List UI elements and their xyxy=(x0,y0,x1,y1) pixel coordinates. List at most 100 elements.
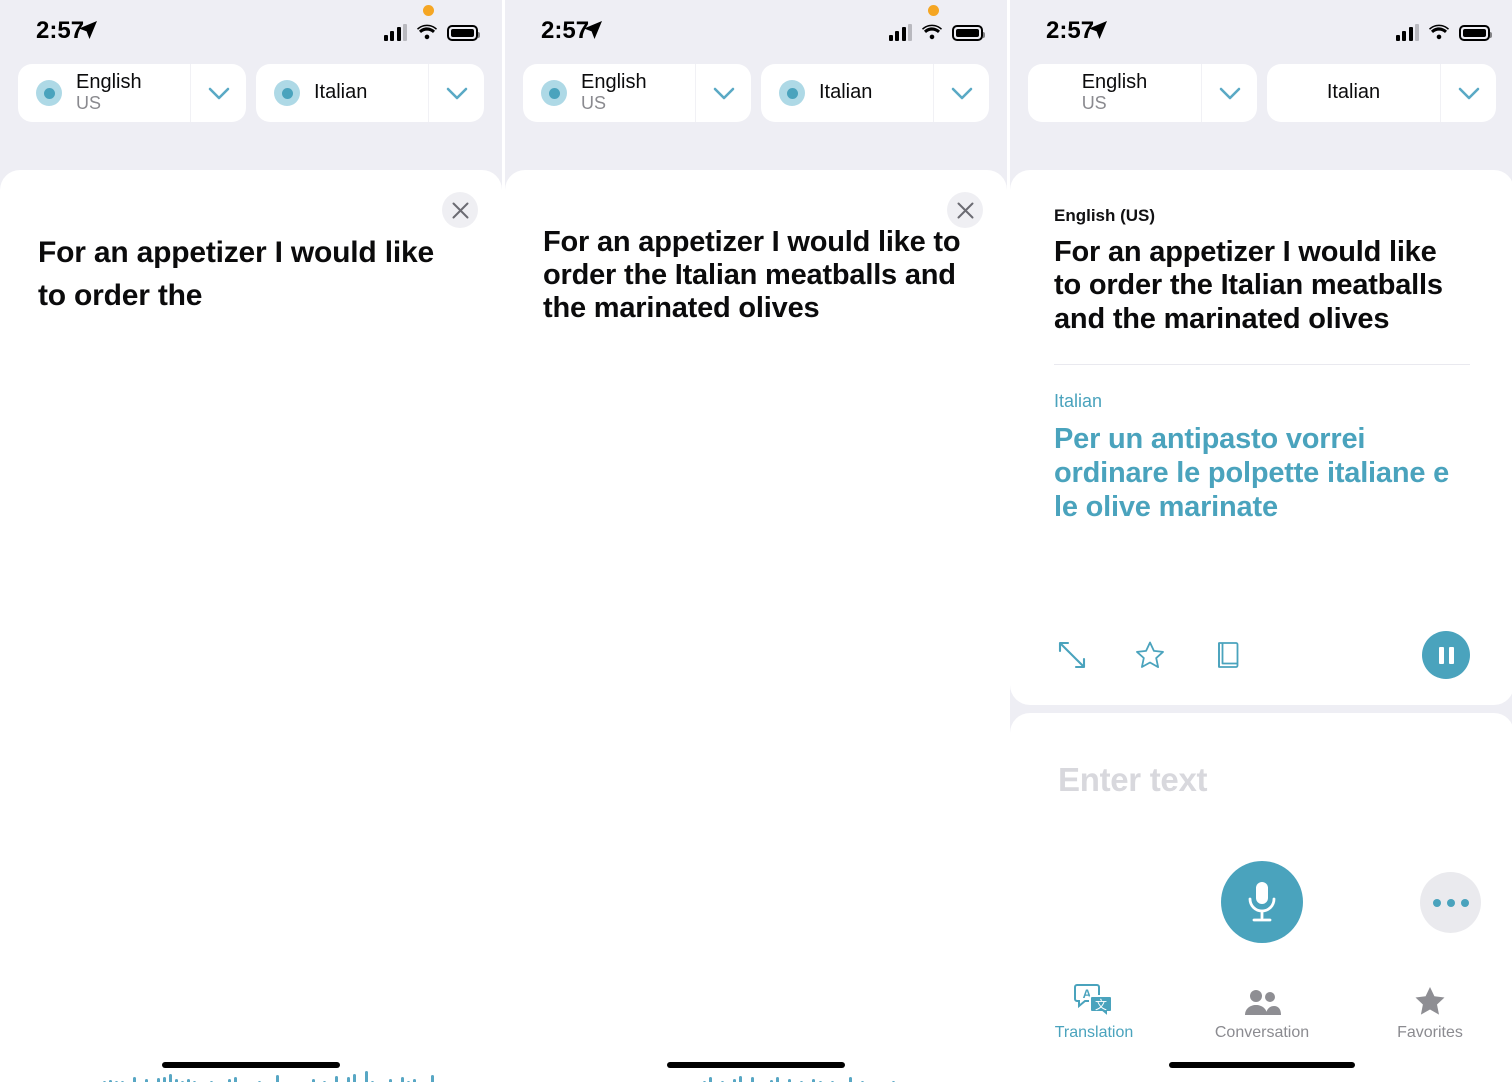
source-language-main[interactable]: English US xyxy=(18,64,190,122)
favorite-button[interactable] xyxy=(1132,637,1168,673)
close-button[interactable] xyxy=(442,192,478,228)
input-sheet: Enter text A 文 Translation Conversation … xyxy=(1010,713,1512,1082)
play-pause-button[interactable] xyxy=(1422,631,1470,679)
target-language-dropdown-button[interactable] xyxy=(1440,64,1496,122)
battery-full-icon xyxy=(447,25,480,41)
waveform-bar xyxy=(168,1074,172,1082)
audio-waveform xyxy=(0,1054,502,1082)
svg-text:文: 文 xyxy=(1095,997,1107,1012)
spoken-text: For an appetizer I would like to order t… xyxy=(543,226,961,325)
tab-translation[interactable]: A 文 Translation xyxy=(1010,981,1178,1042)
target-language-selector[interactable]: Italian xyxy=(256,64,484,122)
listening-card: For an appetizer I would like to order t… xyxy=(505,170,1007,1082)
tab-favorites[interactable]: Favorites xyxy=(1346,981,1512,1042)
battery-full-icon xyxy=(1459,25,1492,41)
waveform-bar xyxy=(353,1074,357,1082)
source-language-dropdown-button[interactable] xyxy=(1201,64,1257,122)
cellular-signal-icon xyxy=(888,24,912,41)
chevron-down-icon xyxy=(1458,87,1479,99)
status-bar-icons xyxy=(1395,19,1492,41)
target-language-radio-icon[interactable] xyxy=(274,80,300,106)
home-indicator xyxy=(667,1062,845,1068)
source-language-main[interactable]: English US xyxy=(1028,64,1201,122)
battery-full-icon xyxy=(952,25,985,41)
result-divider xyxy=(1054,364,1470,366)
home-indicator xyxy=(162,1062,340,1068)
target-language-radio-icon[interactable] xyxy=(779,80,805,106)
cellular-signal-icon xyxy=(1395,24,1419,41)
status-bar-time: 2:57 xyxy=(541,17,590,44)
expand-button[interactable] xyxy=(1054,637,1090,673)
waveform-bar xyxy=(132,1077,136,1082)
waveform-bar xyxy=(335,1076,339,1082)
more-options-button[interactable] xyxy=(1420,872,1481,933)
source-language-label: English (US) xyxy=(1054,206,1156,225)
language-selector-bar: English US Italian xyxy=(505,62,1007,124)
waveform-bar xyxy=(708,1077,712,1082)
dictionary-button[interactable] xyxy=(1210,637,1246,673)
bottom-tab-bar: A 文 Translation Conversation Favorites xyxy=(1010,981,1512,1042)
expand-icon xyxy=(1058,641,1086,669)
screen-listening-full: 2:57 English US Italian For an appetizer… xyxy=(505,0,1007,1082)
source-text[interactable]: For an appetizer I would like to order t… xyxy=(1054,236,1470,336)
ellipsis-icon xyxy=(1432,898,1441,907)
language-selector-bar: English US Italian xyxy=(1010,62,1512,124)
target-language-name: Italian xyxy=(314,81,368,104)
source-language-selector[interactable]: English US xyxy=(18,64,246,122)
waveform-bar xyxy=(162,1077,166,1082)
dictionary-book-icon xyxy=(1218,642,1239,668)
waveform-bar xyxy=(400,1077,404,1082)
source-language-region: US xyxy=(581,93,607,114)
chevron-down-icon xyxy=(713,87,734,99)
wifi-icon xyxy=(417,24,437,40)
audio-waveform xyxy=(505,1054,1007,1082)
star-outline-icon xyxy=(1136,641,1164,668)
source-language-selector[interactable]: English US xyxy=(523,64,751,122)
target-language-dropdown-button[interactable] xyxy=(933,64,989,122)
target-language-label: Italian xyxy=(1054,391,1103,412)
text-input-placeholder[interactable]: Enter text xyxy=(1058,761,1208,799)
target-language-dropdown-button[interactable] xyxy=(428,64,484,122)
waveform-bar xyxy=(275,1075,279,1082)
tab-conversation[interactable]: Conversation xyxy=(1178,981,1346,1042)
source-language-name: English xyxy=(76,71,142,94)
two-people-icon xyxy=(1242,981,1282,1017)
tab-conversation-label: Conversation xyxy=(1214,1024,1310,1041)
source-language-name: English xyxy=(1081,71,1148,94)
source-language-main[interactable]: English US xyxy=(523,64,695,122)
close-button[interactable] xyxy=(947,192,983,228)
target-language-selector[interactable]: Italian xyxy=(1267,64,1496,122)
status-bar-time: 2:57 xyxy=(36,17,85,44)
tab-translation-label: Translation xyxy=(1054,1024,1134,1041)
source-language-region: US xyxy=(76,93,102,114)
star-filled-icon xyxy=(1413,981,1447,1017)
source-language-dropdown-button[interactable] xyxy=(190,64,246,122)
status-bar: 2:57 xyxy=(505,0,1007,62)
target-language-main[interactable]: Italian xyxy=(1267,64,1440,122)
target-language-selector[interactable]: Italian xyxy=(761,64,989,122)
home-indicator xyxy=(1169,1062,1355,1068)
result-actions xyxy=(1054,631,1470,679)
target-language-main[interactable]: Italian xyxy=(761,64,933,122)
status-bar-icons xyxy=(383,19,480,41)
source-language-radio-icon[interactable] xyxy=(541,80,567,106)
target-language-main[interactable]: Italian xyxy=(256,64,428,122)
input-controls xyxy=(1010,861,1512,945)
source-language-selector[interactable]: English US xyxy=(1028,64,1257,122)
status-bar-time: 2:57 xyxy=(1046,17,1095,44)
tab-favorites-label: Favorites xyxy=(1397,1024,1463,1041)
translated-text[interactable]: Per un antipasto vorrei ordinare le polp… xyxy=(1054,422,1470,525)
source-language-name: English xyxy=(581,71,647,94)
source-language-region: US xyxy=(1081,93,1107,114)
location-arrow-icon xyxy=(584,21,602,39)
source-language-dropdown-button[interactable] xyxy=(695,64,751,122)
microphone-button[interactable] xyxy=(1221,861,1303,943)
target-language-name: Italian xyxy=(819,81,873,104)
source-language-radio-icon[interactable] xyxy=(36,80,62,106)
screen-listening-partial: 2:57 English US Italian For an appetizer… xyxy=(0,0,502,1082)
cellular-signal-icon xyxy=(383,24,407,41)
location-arrow-icon xyxy=(1089,21,1107,39)
listening-card: For an appetizer I would like to order t… xyxy=(0,170,502,1082)
screen-result: 2:57 English US Italian English (US) For… xyxy=(1010,0,1512,1082)
chevron-down-icon xyxy=(1219,87,1240,99)
